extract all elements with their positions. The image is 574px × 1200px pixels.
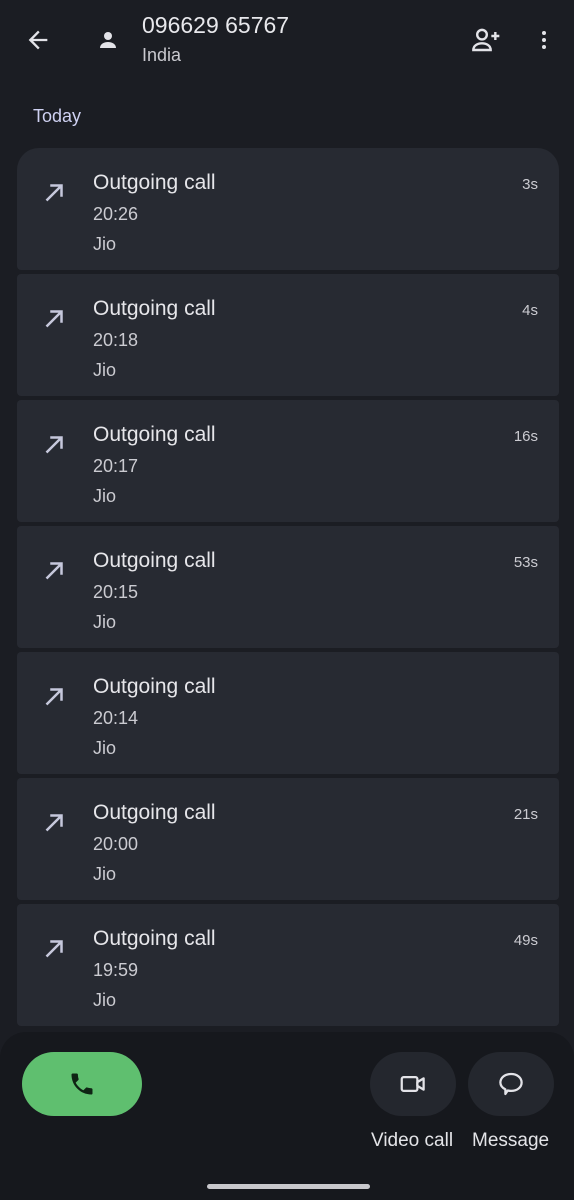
call-history-list: Outgoing call 20:26 Jio 3s Outgoing call… xyxy=(17,148,559,1030)
outgoing-call-arrow-icon xyxy=(45,310,63,328)
add-person-icon xyxy=(472,28,500,52)
call-type: Outgoing call xyxy=(93,549,216,572)
app-bar: 096629 65767 India xyxy=(0,0,574,90)
call-type: Outgoing call xyxy=(93,801,216,824)
message-bubble-icon xyxy=(499,1072,523,1096)
call-duration: 3s xyxy=(522,176,538,193)
call-time: 19:59 xyxy=(93,960,139,980)
video-call-button[interactable] xyxy=(370,1052,456,1116)
contact-number: 096629 65767 xyxy=(142,12,290,38)
more-options-button[interactable] xyxy=(522,18,566,62)
call-time: 20:17 xyxy=(93,456,139,476)
call-carrier: Jio xyxy=(93,738,117,758)
call-entry[interactable]: Outgoing call 20:18 Jio 4s xyxy=(17,274,559,396)
call-duration: 4s xyxy=(522,302,538,319)
call-carrier: Jio xyxy=(93,486,117,506)
message-button[interactable] xyxy=(468,1052,554,1116)
outgoing-call-arrow-icon xyxy=(45,184,63,202)
add-contact-button[interactable] xyxy=(462,18,510,62)
video-camera-icon xyxy=(400,1076,425,1092)
call-time: 20:26 xyxy=(93,204,139,224)
call-type: Outgoing call xyxy=(93,171,216,194)
call-carrier: Jio xyxy=(93,864,117,884)
avatar xyxy=(90,22,126,58)
call-type: Outgoing call xyxy=(93,927,216,950)
call-time: 20:00 xyxy=(93,834,139,854)
more-vert-icon xyxy=(542,31,546,49)
section-header-today: Today xyxy=(33,106,82,126)
call-carrier: Jio xyxy=(93,360,117,380)
call-time: 20:15 xyxy=(93,582,139,602)
call-entry[interactable]: Outgoing call 20:15 Jio 53s xyxy=(17,526,559,648)
outgoing-call-arrow-icon xyxy=(45,940,63,958)
outgoing-call-arrow-icon xyxy=(45,436,63,454)
call-type: Outgoing call xyxy=(93,423,216,446)
call-button[interactable] xyxy=(22,1052,142,1116)
call-duration: 16s xyxy=(513,428,538,445)
outgoing-call-arrow-icon xyxy=(45,688,63,706)
call-duration: 21s xyxy=(513,806,538,823)
call-carrier: Jio xyxy=(93,990,117,1010)
message-label[interactable]: Message xyxy=(472,1130,549,1152)
home-indicator[interactable] xyxy=(207,1184,370,1189)
call-entry[interactable]: Outgoing call 19:59 Jio 49s xyxy=(17,904,559,1026)
call-type: Outgoing call xyxy=(93,297,216,320)
outgoing-call-arrow-icon xyxy=(45,562,63,580)
call-carrier: Jio xyxy=(93,612,117,632)
person-icon xyxy=(100,32,116,48)
call-duration: 49s xyxy=(513,932,538,949)
call-entry[interactable]: Outgoing call 20:14 Jio xyxy=(17,652,559,774)
contact-region: India xyxy=(142,45,182,65)
back-arrow-icon xyxy=(28,30,48,50)
call-carrier: Jio xyxy=(93,234,117,254)
call-entry[interactable]: Outgoing call 20:00 Jio 21s xyxy=(17,778,559,900)
call-time: 20:18 xyxy=(93,330,139,350)
action-panel: Video call Message xyxy=(0,1032,574,1200)
video-call-label[interactable]: Video call xyxy=(371,1130,453,1152)
call-duration: 53s xyxy=(513,554,538,571)
outgoing-call-arrow-icon xyxy=(45,814,63,832)
call-type: Outgoing call xyxy=(93,675,216,698)
call-time: 20:14 xyxy=(93,708,139,728)
call-entry[interactable]: Outgoing call 20:17 Jio 16s xyxy=(17,400,559,522)
back-button[interactable] xyxy=(14,18,62,62)
call-entry[interactable]: Outgoing call 20:26 Jio 3s xyxy=(17,148,559,270)
phone-icon xyxy=(71,1073,93,1095)
